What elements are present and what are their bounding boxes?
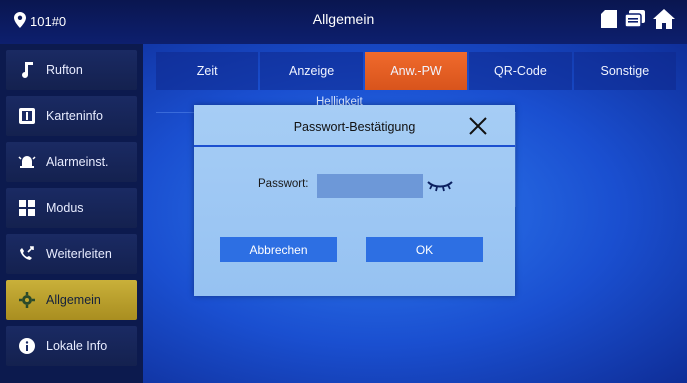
sidebar-item-allgemein[interactable]: Allgemein	[6, 280, 137, 320]
sidebar-item-modus[interactable]: Modus	[6, 188, 137, 228]
tab-sonstige[interactable]: Sonstige	[573, 52, 677, 90]
home-icon[interactable]	[653, 9, 675, 29]
alarm-icon	[18, 153, 36, 171]
password-label: Passwort:	[258, 178, 309, 190]
music-note-icon	[18, 61, 36, 79]
messages-icon[interactable]	[625, 10, 645, 28]
mode-icon	[18, 199, 36, 217]
tab-anw-pw[interactable]: Anw.-PW	[364, 52, 468, 90]
sidebar-item-lokale-info[interactable]: Lokale Info	[6, 326, 137, 366]
top-bar: 101#0 Allgemein	[0, 0, 687, 44]
password-field[interactable]	[317, 174, 423, 198]
sidebar-item-weiterleiten[interactable]: Weiterleiten	[6, 234, 137, 274]
tab-anzeige[interactable]: Anzeige	[260, 52, 363, 90]
tab-zeit[interactable]: Zeit	[156, 52, 259, 90]
cancel-button[interactable]: Abbrechen	[220, 237, 337, 262]
sidebar-item-label: Alarmeinst.	[46, 155, 109, 169]
eye-closed-icon[interactable]	[427, 179, 453, 192]
close-icon[interactable]	[467, 115, 489, 137]
page-title: Allgemein	[312, 11, 375, 27]
gear-icon	[18, 291, 36, 309]
divider	[515, 112, 516, 207]
password-dialog: Passwort-Bestätigung Passwort: Abbrechen…	[194, 105, 515, 296]
dialog-divider	[194, 145, 515, 147]
sidebar-item-label: Weiterleiten	[46, 247, 112, 261]
sidebar-item-rufton[interactable]: Rufton	[6, 50, 137, 90]
tab-bar: Zeit Anzeige Anw.-PW QR-Code Sonstige	[156, 52, 678, 90]
forward-call-icon	[18, 245, 36, 263]
screen: 101#0 Allgemein Rufton Karteninfo Alarme…	[0, 0, 687, 383]
sidebar: Rufton Karteninfo Alarmeinst. Modus Weit…	[0, 44, 143, 383]
tab-qr-code[interactable]: QR-Code	[469, 52, 572, 90]
sidebar-item-label: Karteninfo	[46, 109, 103, 123]
info-icon	[18, 337, 36, 355]
card-icon	[18, 107, 36, 125]
sidebar-item-label: Lokale Info	[46, 339, 108, 353]
ok-button[interactable]: OK	[366, 237, 483, 262]
sidebar-item-label: Allgemein	[46, 293, 101, 307]
sidebar-item-label: Modus	[46, 201, 84, 215]
sidebar-item-label: Rufton	[46, 63, 83, 77]
sd-card-icon[interactable]	[601, 10, 617, 28]
sidebar-item-alarmeinst[interactable]: Alarmeinst.	[6, 142, 137, 182]
sidebar-item-karteninfo[interactable]: Karteninfo	[6, 96, 137, 136]
